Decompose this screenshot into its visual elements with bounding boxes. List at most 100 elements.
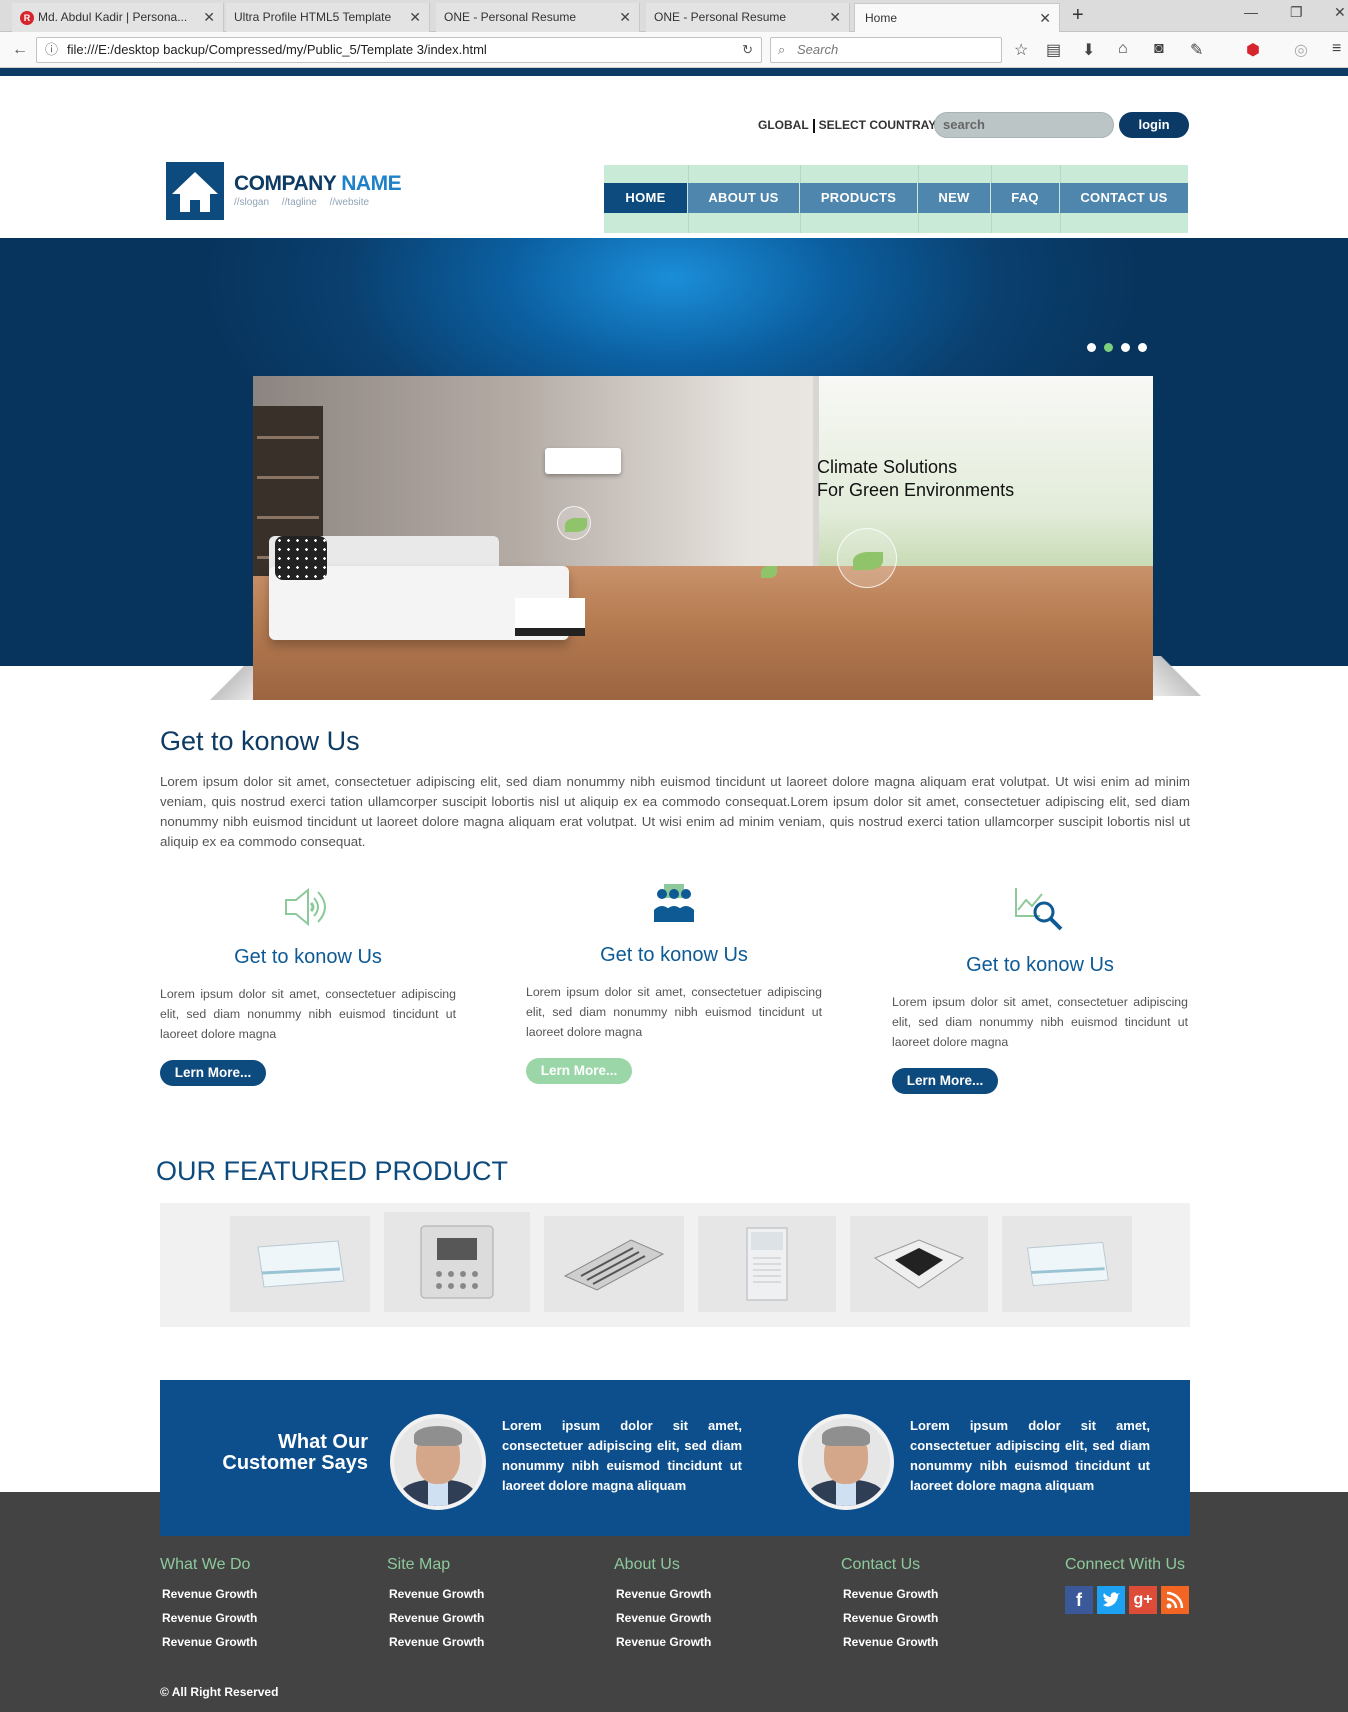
footer-column: Site Map Revenue Growth Revenue Growth R… [387, 1556, 484, 1654]
region-selector[interactable]: GLOBAL SELECT COUNTRAY [758, 118, 936, 133]
new-tab-icon[interactable]: + [1072, 4, 1084, 27]
info-icon[interactable]: ⓘ [45, 38, 58, 62]
footer-link[interactable]: Revenue Growth [614, 1606, 711, 1630]
nav-products[interactable]: PRODUCTS [800, 183, 918, 213]
site-favicon-icon: R [20, 11, 34, 25]
footer-link[interactable]: Revenue Growth [614, 1582, 711, 1606]
close-tab-icon[interactable]: ✕ [619, 3, 631, 32]
product-item[interactable] [698, 1216, 836, 1312]
bookmark-star-icon[interactable]: ☆ [1014, 40, 1028, 60]
twitter-icon[interactable] [1097, 1586, 1125, 1614]
hero-slide-image[interactable]: Climate Solutions For Green Environments [253, 376, 1153, 700]
product-item[interactable] [850, 1216, 988, 1312]
menu-icon[interactable]: ≡ [1332, 40, 1341, 58]
featured-title: OUR FEATURED PRODUCT [156, 1156, 509, 1186]
divider [812, 118, 815, 133]
leaf-icon [761, 566, 777, 578]
extension-icon[interactable]: ✎ [1190, 40, 1203, 60]
footer-link[interactable]: Revenue Growth [387, 1606, 484, 1630]
close-tab-icon[interactable]: ✕ [829, 3, 841, 32]
browser-tab[interactable]: R Md. Abdul Kadir | Persona... ✕ [12, 3, 224, 32]
restore-icon[interactable]: ❐ [1290, 4, 1303, 21]
logo-house-icon[interactable] [166, 162, 224, 220]
testimonial-text: Lorem ipsum dolor sit amet, consectetuer… [910, 1418, 1150, 1493]
minimize-icon[interactable]: — [1244, 4, 1258, 20]
product-item[interactable] [544, 1216, 684, 1312]
close-tab-icon[interactable]: ✕ [1039, 4, 1051, 32]
browser-tab[interactable]: ONE - Personal Resume ✕ [646, 3, 850, 32]
footer-link[interactable]: Revenue Growth [160, 1582, 257, 1606]
footer-link[interactable]: Revenue Growth [614, 1630, 711, 1654]
cassette-unit-icon [873, 1239, 965, 1289]
feature-title: Get to konow Us [600, 944, 748, 966]
fan-coil-unit-icon [257, 1240, 345, 1288]
back-icon[interactable]: ← [8, 38, 32, 62]
tab-title: ONE - Personal Resume [654, 10, 787, 24]
nav-about-us[interactable]: ABOUT US [688, 183, 800, 213]
feature-title: Get to konow Us [234, 946, 382, 968]
slider-dot-active[interactable] [1104, 343, 1113, 352]
search-icon: ⌕ [778, 42, 786, 57]
product-item[interactable] [1002, 1216, 1132, 1312]
product-item[interactable] [384, 1212, 530, 1312]
browser-nav-bar: ← ⓘ file:///E:/desktop backup/Compressed… [0, 32, 1348, 68]
learn-more-button[interactable]: Lern More... [892, 1068, 998, 1094]
slider-shadow [1150, 656, 1210, 696]
learn-more-button[interactable]: Lern More... [160, 1060, 266, 1086]
product-item[interactable] [230, 1216, 370, 1312]
adblock-icon[interactable]: ⬢ [1246, 40, 1260, 60]
footer-link[interactable]: Revenue Growth [841, 1582, 938, 1606]
home-icon[interactable]: ⌂ [1118, 40, 1128, 58]
leaf-icon [853, 552, 883, 570]
sync-icon[interactable]: ◎ [1294, 40, 1308, 60]
slider-dots [1087, 343, 1147, 352]
footer-link[interactable]: Revenue Growth [841, 1606, 938, 1630]
close-tab-icon[interactable]: ✕ [409, 3, 421, 32]
slider-dot[interactable] [1121, 343, 1130, 352]
download-icon[interactable]: ⬇ [1082, 40, 1095, 60]
fan-coil-unit-icon [1026, 1241, 1109, 1287]
nav-new[interactable]: NEW [918, 183, 991, 213]
url-text: file:///E:/desktop backup/Compressed/my/… [67, 42, 487, 57]
browser-tab[interactable]: Ultra Profile HTML5 Template ✕ [226, 3, 430, 32]
pillow [275, 536, 327, 580]
feature-text: Lorem ipsum dolor sit amet, consectetuer… [160, 987, 456, 1041]
learn-more-button[interactable]: Lern More... [526, 1058, 632, 1084]
footer-link[interactable]: Revenue Growth [387, 1630, 484, 1654]
caption-line: Climate Solutions [817, 457, 958, 477]
footer-link[interactable]: Revenue Growth [160, 1606, 257, 1630]
browser-search-input[interactable]: ⌕ Search [770, 37, 1002, 63]
nav-home[interactable]: HOME [604, 183, 688, 213]
slider-dot[interactable] [1087, 343, 1096, 352]
reload-icon[interactable]: ↻ [742, 38, 753, 62]
footer-link[interactable]: Revenue Growth [160, 1630, 257, 1654]
side-table [515, 598, 585, 636]
thermostat-panel-icon [420, 1225, 494, 1299]
footer-column: Connect With Us [1065, 1556, 1185, 1582]
login-button[interactable]: login [1119, 112, 1189, 138]
footer-link[interactable]: Revenue Growth [841, 1630, 938, 1654]
reading-list-icon[interactable]: ▤ [1046, 40, 1061, 60]
company-name-part1: COMPANY [234, 172, 336, 195]
browser-tab-bar: R Md. Abdul Kadir | Persona... ✕ Ultra P… [0, 0, 1348, 32]
close-tab-icon[interactable]: ✕ [203, 3, 215, 32]
google-plus-icon[interactable]: g+ [1129, 1586, 1157, 1614]
footer-heading: About Us [614, 1556, 680, 1573]
footer-link[interactable]: Revenue Growth [387, 1582, 484, 1606]
facebook-icon[interactable]: f [1065, 1586, 1093, 1614]
about-text: Lorem ipsum dolor sit amet, consectetuer… [160, 774, 1190, 849]
slider-dot[interactable] [1138, 343, 1147, 352]
footer-heading: Connect With Us [1065, 1556, 1186, 1573]
site-search-input[interactable]: search [934, 112, 1114, 138]
company-name[interactable]: COMPANY NAME [234, 172, 402, 196]
pocket-icon[interactable]: ◙ [1154, 40, 1164, 58]
browser-tab[interactable]: ONE - Personal Resume ✕ [436, 3, 640, 32]
address-bar[interactable]: ⓘ file:///E:/desktop backup/Compressed/m… [36, 37, 762, 63]
nav-faq[interactable]: FAQ [991, 183, 1060, 213]
nav-contact-us[interactable]: CONTACT US [1060, 183, 1188, 213]
footer-heading: What We Do [160, 1556, 251, 1573]
browser-tab-active[interactable]: Home ✕ [854, 3, 1060, 32]
close-window-icon[interactable]: ✕ [1334, 4, 1346, 21]
rss-icon[interactable] [1161, 1586, 1189, 1614]
select-country-label[interactable]: SELECT COUNTRAY [819, 118, 937, 132]
